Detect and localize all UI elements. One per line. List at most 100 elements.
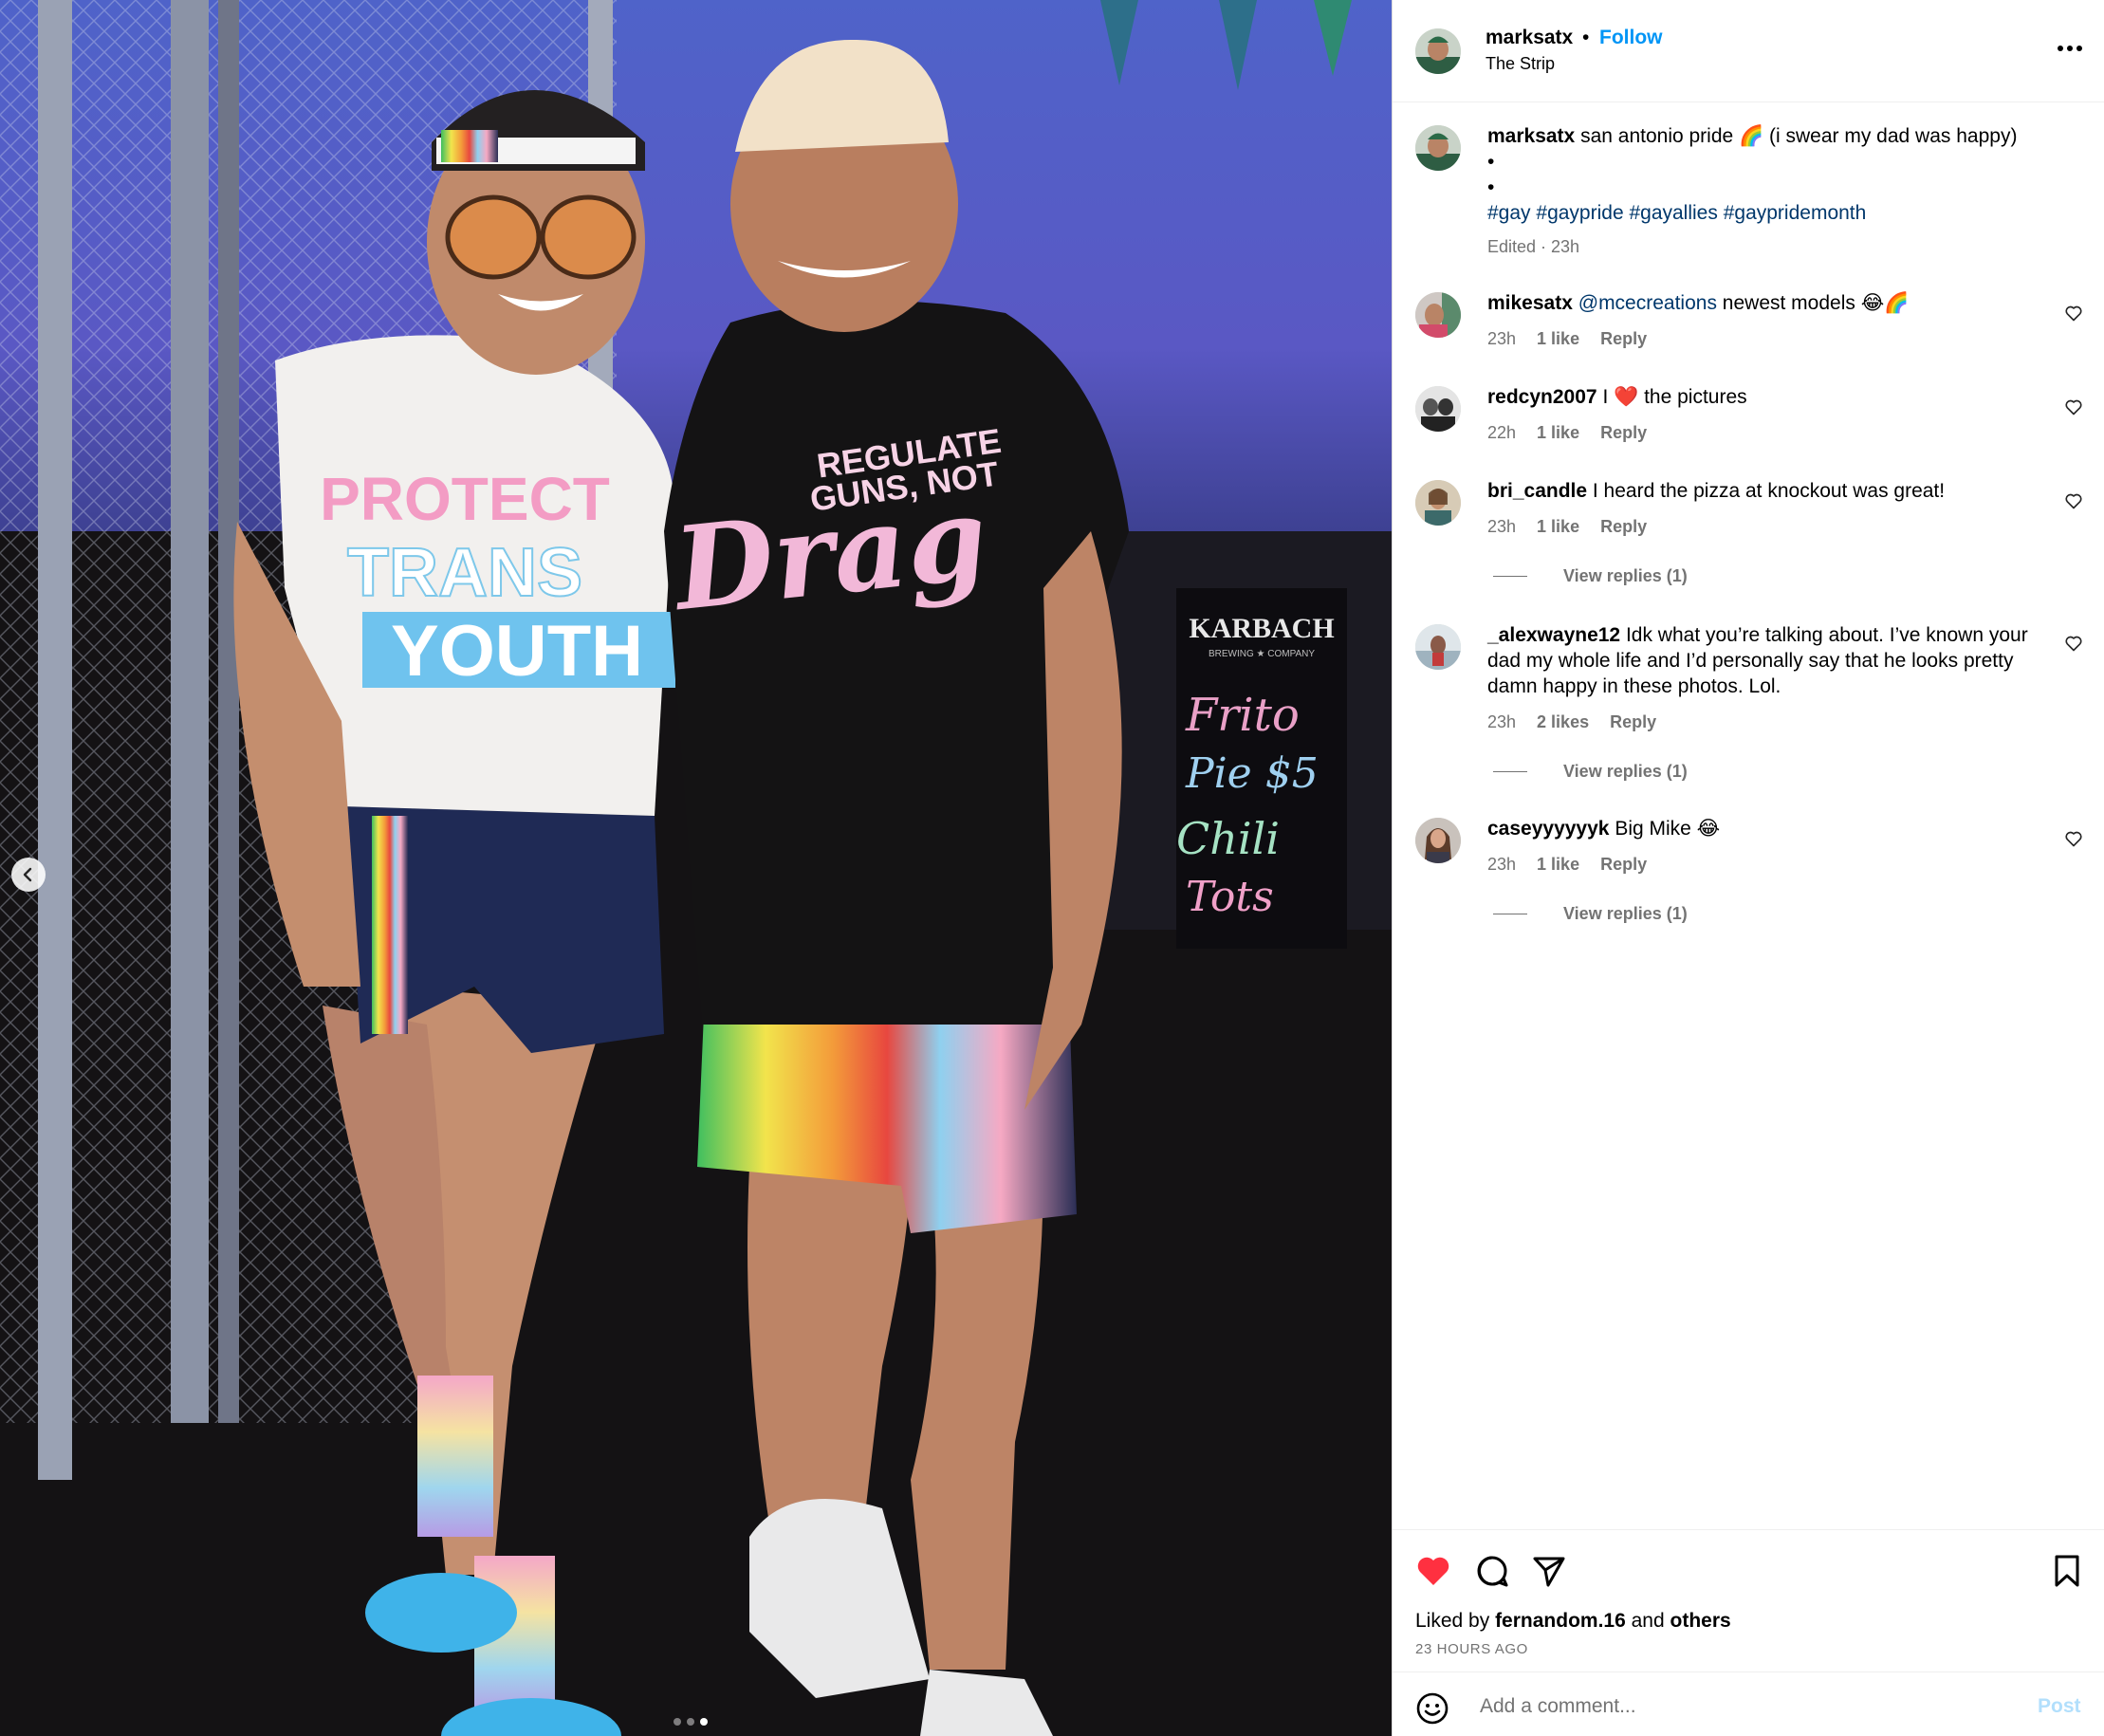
avatar-image [1415,624,1461,670]
view-replies-button[interactable]: View replies (1) [1493,762,1688,782]
avatar-image [1415,480,1461,526]
bookmark-icon[interactable] [2047,1551,2087,1591]
avatar-image [1415,125,1461,171]
heart-outline-icon[interactable] [2064,304,2083,323]
reply-button[interactable]: Reply [1600,855,1647,875]
brand-sign: KARBACH [1189,613,1334,644]
liked-user[interactable]: fernandom.16 [1495,1610,1626,1632]
post-comment-button[interactable]: Post [2038,1695,2081,1718]
more-options-button[interactable] [2053,34,2087,63]
comment-icon[interactable] [1472,1551,1512,1591]
commenter-avatar[interactable] [1415,386,1461,432]
caption-dot-2: • [1487,176,1495,198]
caption-text: san antonio pride 🌈 (i swear my dad was … [1580,125,2018,147]
reply-button[interactable]: Reply [1610,712,1656,732]
comment-input[interactable] [1480,1686,1954,1727]
avatar-image [1415,818,1461,863]
carousel-dot [687,1718,694,1726]
replies-divider [1493,576,1527,577]
follow-button[interactable]: Follow [1599,27,1663,49]
chalk-line-1: Frito [1185,689,1300,742]
caption-avatar[interactable] [1415,125,1461,171]
hashtag-link[interactable]: #gayallies [1629,202,1717,224]
comment-time[interactable]: 23h [1487,712,1516,732]
shirt-left-line-1: PROTECT [320,465,610,533]
hashtag-link[interactable]: #gaypride [1536,202,1623,224]
commenter-username[interactable]: _alexwayne12 [1487,624,1620,646]
post-timestamp[interactable]: 23 HOURS AGO [1415,1641,1528,1657]
post-header: marksatx • Follow The Strip [1393,0,2104,102]
comment-likes[interactable]: 1 like [1537,517,1579,537]
comment-time[interactable]: 22h [1487,423,1516,443]
comment-likes[interactable]: 1 like [1537,329,1579,349]
commenter-username[interactable]: mikesatx [1487,292,1573,314]
comment-meta: 23h 1 like Reply [1487,329,1647,349]
send-icon[interactable] [1529,1551,1569,1591]
commenter-avatar[interactable] [1415,480,1461,526]
heart-filled-icon[interactable] [1413,1551,1453,1591]
emoji-icon[interactable] [1415,1691,1449,1726]
heart-outline-icon[interactable] [2064,829,2083,848]
author-username[interactable]: marksatx [1486,27,1573,49]
comment-text: newest models 😂🌈 [1722,292,1910,314]
carousel-dot [700,1718,708,1726]
chalk-line-4: Tots [1186,873,1274,921]
comment-meta: 23h 2 likes Reply [1487,712,1656,732]
commenter-avatar[interactable] [1415,292,1461,338]
comment-time[interactable]: 23h [1487,855,1516,875]
comment-text: I ❤️ the pictures [1602,386,1747,408]
carousel-prev-button[interactable] [11,858,46,892]
caption-username[interactable]: marksatx [1487,125,1575,147]
liked-by: Liked by fernandom.16 and others [1415,1610,1731,1633]
heart-outline-icon[interactable] [2064,397,2083,416]
mention-link[interactable]: @mcecreations [1578,292,1717,314]
view-replies-button[interactable]: View replies (1) [1493,566,1688,586]
hashtag-link[interactable]: #gaypridemonth [1724,202,1867,224]
more-horizontal-icon [2058,46,2082,51]
caption-dot-1: • [1487,151,1495,173]
comment-time[interactable]: 23h [1487,329,1516,349]
comment-body: bri_candle I heard the pizza at knockout… [1487,478,2047,504]
commenter-avatar[interactable] [1415,818,1461,863]
reply-button[interactable]: Reply [1600,329,1647,349]
heart-outline-icon[interactable] [2064,491,2083,510]
post-photo[interactable]: KARBACH BREWING ★ COMPANY Frito Pie $5 C… [0,0,1392,1736]
comment-meta: 23h 1 like Reply [1487,517,1647,537]
shirt-left-line-2: TRANS [347,535,582,611]
shirt-left-line-3: YOUTH [391,611,643,692]
view-replies-label: View replies (1) [1563,566,1688,585]
comment-meta: 23h 1 like Reply [1487,855,1647,875]
add-comment-bar: Post [1393,1671,2104,1736]
caption-edited-time: Edited · 23h [1487,237,1580,256]
heart-outline-icon[interactable] [2064,634,2083,653]
liked-others[interactable]: others [1670,1610,1731,1632]
comment-likes[interactable]: 1 like [1537,423,1579,443]
comment-time[interactable]: 23h [1487,517,1516,537]
carousel-dot [674,1718,681,1726]
chevron-left-icon [23,867,32,882]
comment-likes[interactable]: 2 likes [1537,712,1589,732]
author-avatar[interactable] [1415,28,1461,74]
commenter-username[interactable]: bri_candle [1487,480,1587,502]
post-location[interactable]: The Strip [1486,54,1555,74]
comment-text: Big Mike 😂 [1615,818,1721,840]
commenter-username[interactable]: caseyyyyyyk [1487,818,1609,840]
commenter-avatar[interactable] [1415,624,1461,670]
liked-prefix: Liked by [1415,1610,1490,1632]
commenter-username[interactable]: redcyn2007 [1487,386,1597,408]
comment-likes[interactable]: 1 like [1537,855,1579,875]
view-replies-label: View replies (1) [1563,904,1688,923]
chalk-line-2: Pie $5 [1185,749,1319,798]
hashtag-link[interactable]: #gay [1487,202,1531,224]
comment-body: caseyyyyyyk Big Mike 😂 [1487,816,2047,841]
comment-text: I heard the pizza at knockout was great! [1592,480,1946,502]
action-bar: Liked by fernandom.16 and others 23 HOUR… [1393,1529,2104,1671]
comment-body: _alexwayne12 Idk what you’re talking abo… [1487,622,2047,699]
liked-and: and [1631,1610,1665,1632]
chalk-line-3: Chili [1176,813,1280,864]
reply-button[interactable]: Reply [1600,423,1647,443]
replies-divider [1493,771,1527,772]
comment-meta: 22h 1 like Reply [1487,423,1647,443]
reply-button[interactable]: Reply [1600,517,1647,537]
view-replies-button[interactable]: View replies (1) [1493,904,1688,924]
